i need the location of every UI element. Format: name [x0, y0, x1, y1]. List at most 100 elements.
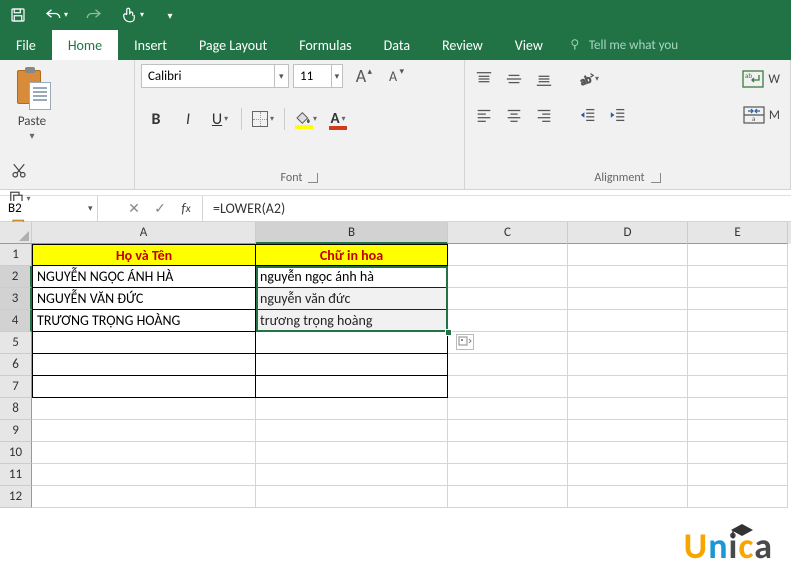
borders-button[interactable]: ▾ — [248, 106, 278, 132]
tab-insert[interactable]: Insert — [118, 30, 183, 60]
cell[interactable] — [32, 420, 256, 442]
bold-button[interactable]: B — [141, 106, 171, 132]
cell[interactable] — [688, 332, 788, 354]
align-left-icon[interactable] — [471, 104, 497, 126]
tab-page-layout[interactable]: Page Layout — [183, 30, 283, 60]
cell[interactable] — [568, 354, 688, 376]
cell[interactable] — [448, 288, 568, 310]
cell[interactable] — [688, 486, 788, 508]
column-header[interactable]: C — [448, 222, 568, 244]
cell[interactable] — [448, 420, 568, 442]
cell[interactable] — [32, 398, 256, 420]
font-size-select[interactable]: ▾ — [293, 64, 343, 88]
cell[interactable] — [568, 420, 688, 442]
cell[interactable] — [256, 420, 448, 442]
cell[interactable] — [568, 244, 688, 266]
row-header[interactable]: 3 — [0, 288, 32, 310]
cell[interactable] — [32, 464, 256, 486]
column-header[interactable]: B — [256, 222, 448, 244]
autofill-options-icon[interactable] — [456, 334, 474, 350]
cell[interactable] — [568, 266, 688, 288]
wrap-text-button[interactable]: ab W — [738, 70, 784, 88]
cell[interactable] — [256, 376, 448, 398]
cell[interactable] — [568, 486, 688, 508]
cell[interactable] — [688, 266, 788, 288]
font-name-input[interactable] — [142, 65, 274, 87]
font-color-button[interactable]: A▾ — [323, 106, 353, 132]
tab-home[interactable]: Home — [52, 30, 118, 60]
cell[interactable]: NGUYỄN NGỌC ÁNH HÀ — [32, 266, 256, 288]
name-box[interactable]: ▾ — [0, 196, 98, 221]
tab-view[interactable]: View — [499, 30, 559, 60]
font-name-select[interactable]: ▾ — [141, 64, 289, 88]
merge-center-button[interactable]: a M — [739, 106, 784, 124]
cell[interactable] — [32, 486, 256, 508]
cell[interactable] — [256, 486, 448, 508]
insert-function-icon[interactable]: fx — [174, 196, 198, 221]
align-bottom-icon[interactable] — [531, 68, 557, 90]
italic-button[interactable]: I — [173, 106, 203, 132]
row-header[interactable]: 5 — [0, 332, 32, 354]
cell[interactable] — [568, 310, 688, 332]
cell[interactable] — [448, 376, 568, 398]
tab-file[interactable]: File — [0, 30, 52, 60]
fill-handle[interactable] — [445, 329, 452, 336]
row-header[interactable]: 11 — [0, 464, 32, 486]
cell[interactable] — [32, 442, 256, 464]
cell[interactable] — [568, 376, 688, 398]
decrease-indent-icon[interactable] — [575, 104, 601, 126]
chevron-down-icon[interactable]: ▾ — [84, 203, 97, 214]
align-middle-icon[interactable] — [501, 68, 527, 90]
formula-bar[interactable]: =LOWER(A2) — [203, 196, 791, 221]
cell[interactable] — [688, 464, 788, 486]
row-header[interactable]: 9 — [0, 420, 32, 442]
cell[interactable]: trương trọng hoàng — [256, 310, 448, 332]
cell[interactable] — [568, 288, 688, 310]
chevron-down-icon[interactable]: ▾ — [331, 65, 342, 87]
cell[interactable] — [448, 266, 568, 288]
cell[interactable]: Họ và Tên — [32, 244, 256, 266]
cancel-formula-icon[interactable]: ✕ — [122, 196, 146, 221]
cut-icon[interactable] — [6, 160, 32, 182]
paste-button[interactable]: Paste ▾ — [6, 64, 58, 150]
increase-font-icon[interactable]: A▴ — [347, 64, 375, 88]
fill-color-button[interactable]: ▾ — [291, 106, 321, 132]
touch-mode-icon[interactable]: ▾ — [120, 3, 144, 27]
row-header[interactable]: 2 — [0, 266, 32, 288]
cell[interactable] — [688, 244, 788, 266]
worksheet-grid[interactable]: A B C D E 1 2 3 4 5 6 7 8 9 10 11 12 Họ … — [0, 222, 791, 508]
tab-review[interactable]: Review — [426, 30, 499, 60]
align-center-icon[interactable] — [501, 104, 527, 126]
font-size-input[interactable] — [294, 65, 331, 87]
cell[interactable] — [32, 354, 256, 376]
orientation-icon[interactable]: ab▾ — [575, 68, 601, 90]
name-box-input[interactable] — [0, 201, 84, 216]
cell[interactable] — [256, 354, 448, 376]
redo-icon[interactable] — [82, 3, 106, 27]
column-header[interactable]: A — [32, 222, 256, 244]
customize-qat-icon[interactable]: ▾ — [158, 3, 182, 27]
undo-icon[interactable]: ▾ — [44, 3, 68, 27]
cell[interactable] — [256, 442, 448, 464]
row-header[interactable]: 10 — [0, 442, 32, 464]
cell[interactable] — [256, 464, 448, 486]
chevron-down-icon[interactable]: ▾ — [29, 129, 34, 142]
cell[interactable] — [448, 442, 568, 464]
cell[interactable] — [32, 332, 256, 354]
cell[interactable] — [688, 288, 788, 310]
cell[interactable] — [32, 376, 256, 398]
align-top-icon[interactable] — [471, 68, 497, 90]
cell[interactable] — [448, 486, 568, 508]
row-header[interactable]: 12 — [0, 486, 32, 508]
cell[interactable]: NGUYỄN VĂN ĐỨC — [32, 288, 256, 310]
cell[interactable] — [568, 332, 688, 354]
cell[interactable]: nguyễn văn đức — [256, 288, 448, 310]
cell[interactable] — [448, 310, 568, 332]
cell[interactable] — [688, 442, 788, 464]
align-right-icon[interactable] — [531, 104, 557, 126]
font-launcher-icon[interactable] — [308, 173, 318, 183]
save-icon[interactable] — [6, 3, 30, 27]
underline-button[interactable]: U▾ — [205, 106, 235, 132]
decrease-font-icon[interactable]: A▾ — [379, 64, 407, 88]
enter-formula-icon[interactable]: ✓ — [148, 196, 172, 221]
